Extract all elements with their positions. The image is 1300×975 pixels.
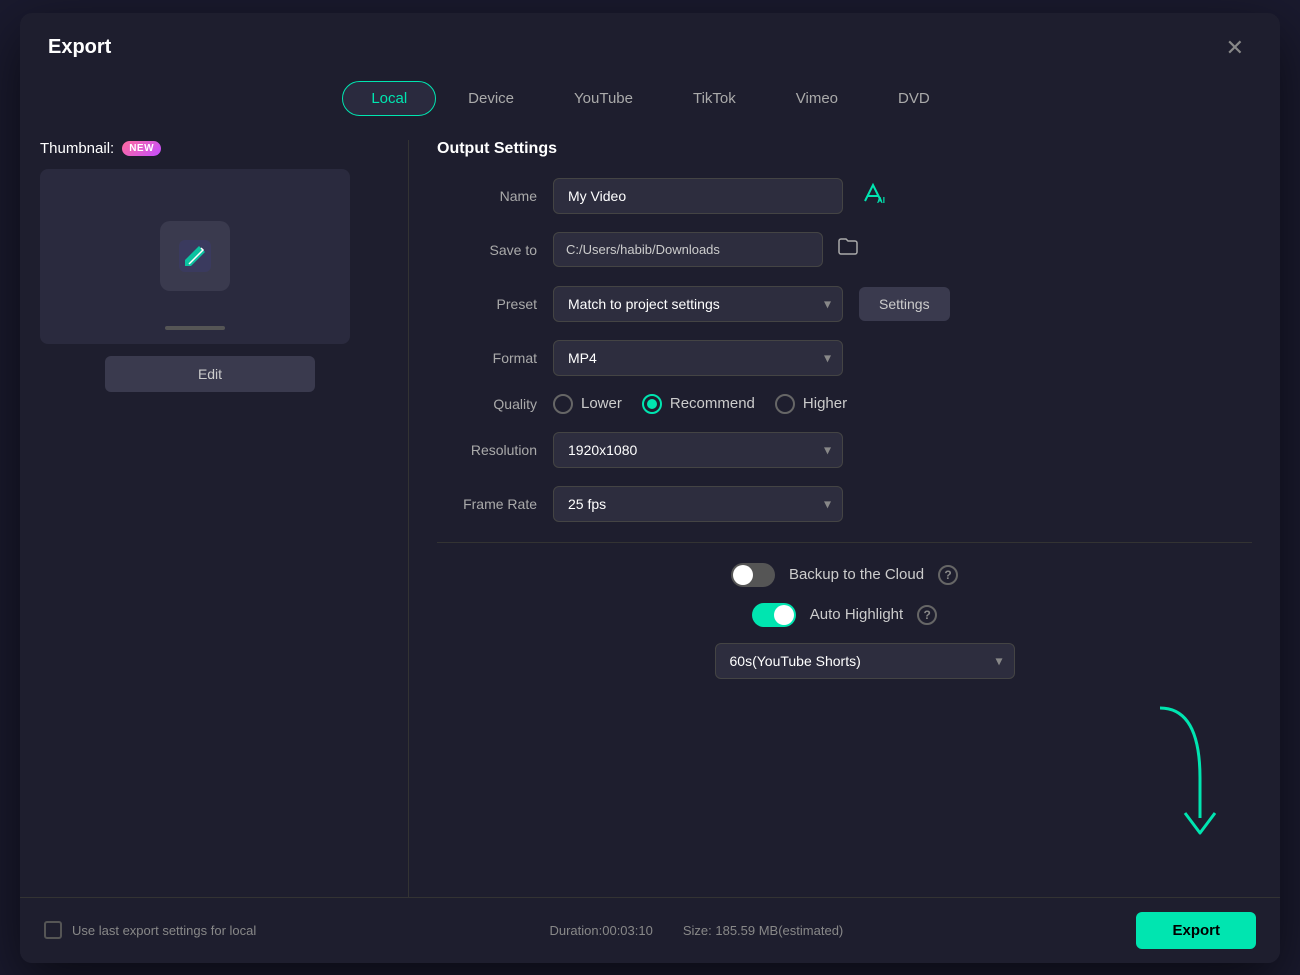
quality-lower[interactable]: Lower (553, 394, 622, 414)
separator (437, 542, 1252, 543)
quality-row: Quality Lower Recommend Higher (437, 394, 1252, 414)
path-row (553, 232, 863, 268)
frame-rate-select[interactable]: 25 fps 30 fps 60 fps (553, 486, 843, 522)
right-panel: Output Settings Name AI Save to (437, 140, 1260, 897)
edit-button[interactable]: Edit (105, 356, 315, 392)
preset-select-wrap: Match to project settings Custom (553, 286, 843, 322)
youtube-shorts-select-wrap: 60s(YouTube Shorts) 30s 15s (715, 643, 1015, 679)
resolution-label: Resolution (437, 442, 537, 458)
quality-higher-radio (775, 394, 795, 414)
quality-higher-label: Higher (803, 395, 847, 412)
dialog-header: Export ✕ (20, 13, 1280, 65)
quality-lower-radio (553, 394, 573, 414)
quality-lower-label: Lower (581, 395, 622, 412)
backup-help-icon[interactable]: ? (938, 565, 958, 585)
backup-cloud-toggle[interactable] (731, 563, 775, 587)
auto-highlight-label: Auto Highlight (810, 606, 903, 623)
duration-info: Duration:00:03:10 (549, 923, 652, 938)
footer-left: Use last export settings for local (44, 921, 256, 939)
thumbnail-icon (160, 221, 230, 291)
save-to-row: Save to (437, 232, 1252, 268)
left-panel: Thumbnail: NEW Edit (40, 140, 380, 897)
dialog-footer: Use last export settings for local Durat… (20, 897, 1280, 963)
backup-cloud-label: Backup to the Cloud (789, 566, 924, 583)
format-select-wrap: MP4 MOV AVI (553, 340, 843, 376)
auto-highlight-knob (774, 605, 794, 625)
tab-local[interactable]: Local (342, 81, 436, 116)
tabs-bar: Local Device YouTube TikTok Vimeo DVD (20, 65, 1280, 128)
tab-dvd[interactable]: DVD (870, 81, 958, 116)
youtube-shorts-row: 60s(YouTube Shorts) 30s 15s (477, 643, 1252, 679)
preset-select[interactable]: Match to project settings Custom (553, 286, 843, 322)
preset-row: Preset Match to project settings Custom … (437, 286, 1252, 322)
auto-highlight-toggle[interactable] (752, 603, 796, 627)
tab-youtube[interactable]: YouTube (546, 81, 661, 116)
tab-vimeo[interactable]: Vimeo (768, 81, 866, 116)
backup-cloud-row: Backup to the Cloud ? (437, 563, 1252, 587)
export-button[interactable]: Export (1136, 912, 1256, 949)
quality-recommend[interactable]: Recommend (642, 394, 755, 414)
youtube-shorts-select[interactable]: 60s(YouTube Shorts) 30s 15s (715, 643, 1015, 679)
last-settings-label: Use last export settings for local (72, 923, 256, 938)
frame-rate-row: Frame Rate 25 fps 30 fps 60 fps (437, 486, 1252, 522)
resolution-select-wrap: 1920x1080 1280x720 3840x2160 (553, 432, 843, 468)
quality-options: Lower Recommend Higher (553, 394, 847, 414)
last-settings-checkbox[interactable] (44, 921, 62, 939)
tab-device[interactable]: Device (440, 81, 542, 116)
svg-text:AI: AI (877, 196, 885, 205)
frame-rate-label: Frame Rate (437, 496, 537, 512)
thumbnail-text: Thumbnail: (40, 140, 114, 157)
dialog-title: Export (48, 36, 111, 59)
output-settings-title: Output Settings (437, 140, 1252, 158)
quality-recommend-radio (642, 394, 662, 414)
save-to-input[interactable] (553, 232, 823, 267)
pencil-icon (177, 238, 213, 274)
quality-recommend-label: Recommend (670, 395, 755, 412)
quality-higher[interactable]: Higher (775, 394, 847, 414)
quality-label: Quality (437, 396, 537, 412)
vertical-divider (408, 140, 409, 897)
dialog-body: Thumbnail: NEW Edit Output Settings (20, 128, 1280, 897)
resolution-row: Resolution 1920x1080 1280x720 3840x2160 (437, 432, 1252, 468)
folder-button[interactable] (833, 232, 863, 268)
resolution-select[interactable]: 1920x1080 1280x720 3840x2160 (553, 432, 843, 468)
auto-highlight-row: Auto Highlight ? (437, 603, 1252, 627)
thumbnail-progress-bar (165, 326, 225, 330)
frame-rate-select-wrap: 25 fps 30 fps 60 fps (553, 486, 843, 522)
settings-button[interactable]: Settings (859, 287, 950, 321)
backup-cloud-knob (733, 565, 753, 585)
footer-center: Duration:00:03:10 Size: 185.59 MB(estima… (549, 923, 843, 938)
name-row: Name AI (437, 178, 1252, 214)
size-info: Size: 185.59 MB(estimated) (683, 923, 843, 938)
thumbnail-label: Thumbnail: NEW (40, 140, 380, 157)
format-select[interactable]: MP4 MOV AVI (553, 340, 843, 376)
preset-label: Preset (437, 296, 537, 312)
save-to-label: Save to (437, 242, 537, 258)
thumbnail-box (40, 169, 350, 344)
format-row: Format MP4 MOV AVI (437, 340, 1252, 376)
name-label: Name (437, 188, 537, 204)
ai-icon[interactable]: AI (859, 179, 887, 213)
format-label: Format (437, 350, 537, 366)
auto-highlight-help-icon[interactable]: ? (917, 605, 937, 625)
new-badge: NEW (122, 141, 161, 156)
close-button[interactable]: ✕ (1218, 31, 1252, 65)
export-dialog: Export ✕ Local Device YouTube TikTok Vim… (20, 13, 1280, 963)
name-input[interactable] (553, 178, 843, 214)
tab-tiktok[interactable]: TikTok (665, 81, 764, 116)
